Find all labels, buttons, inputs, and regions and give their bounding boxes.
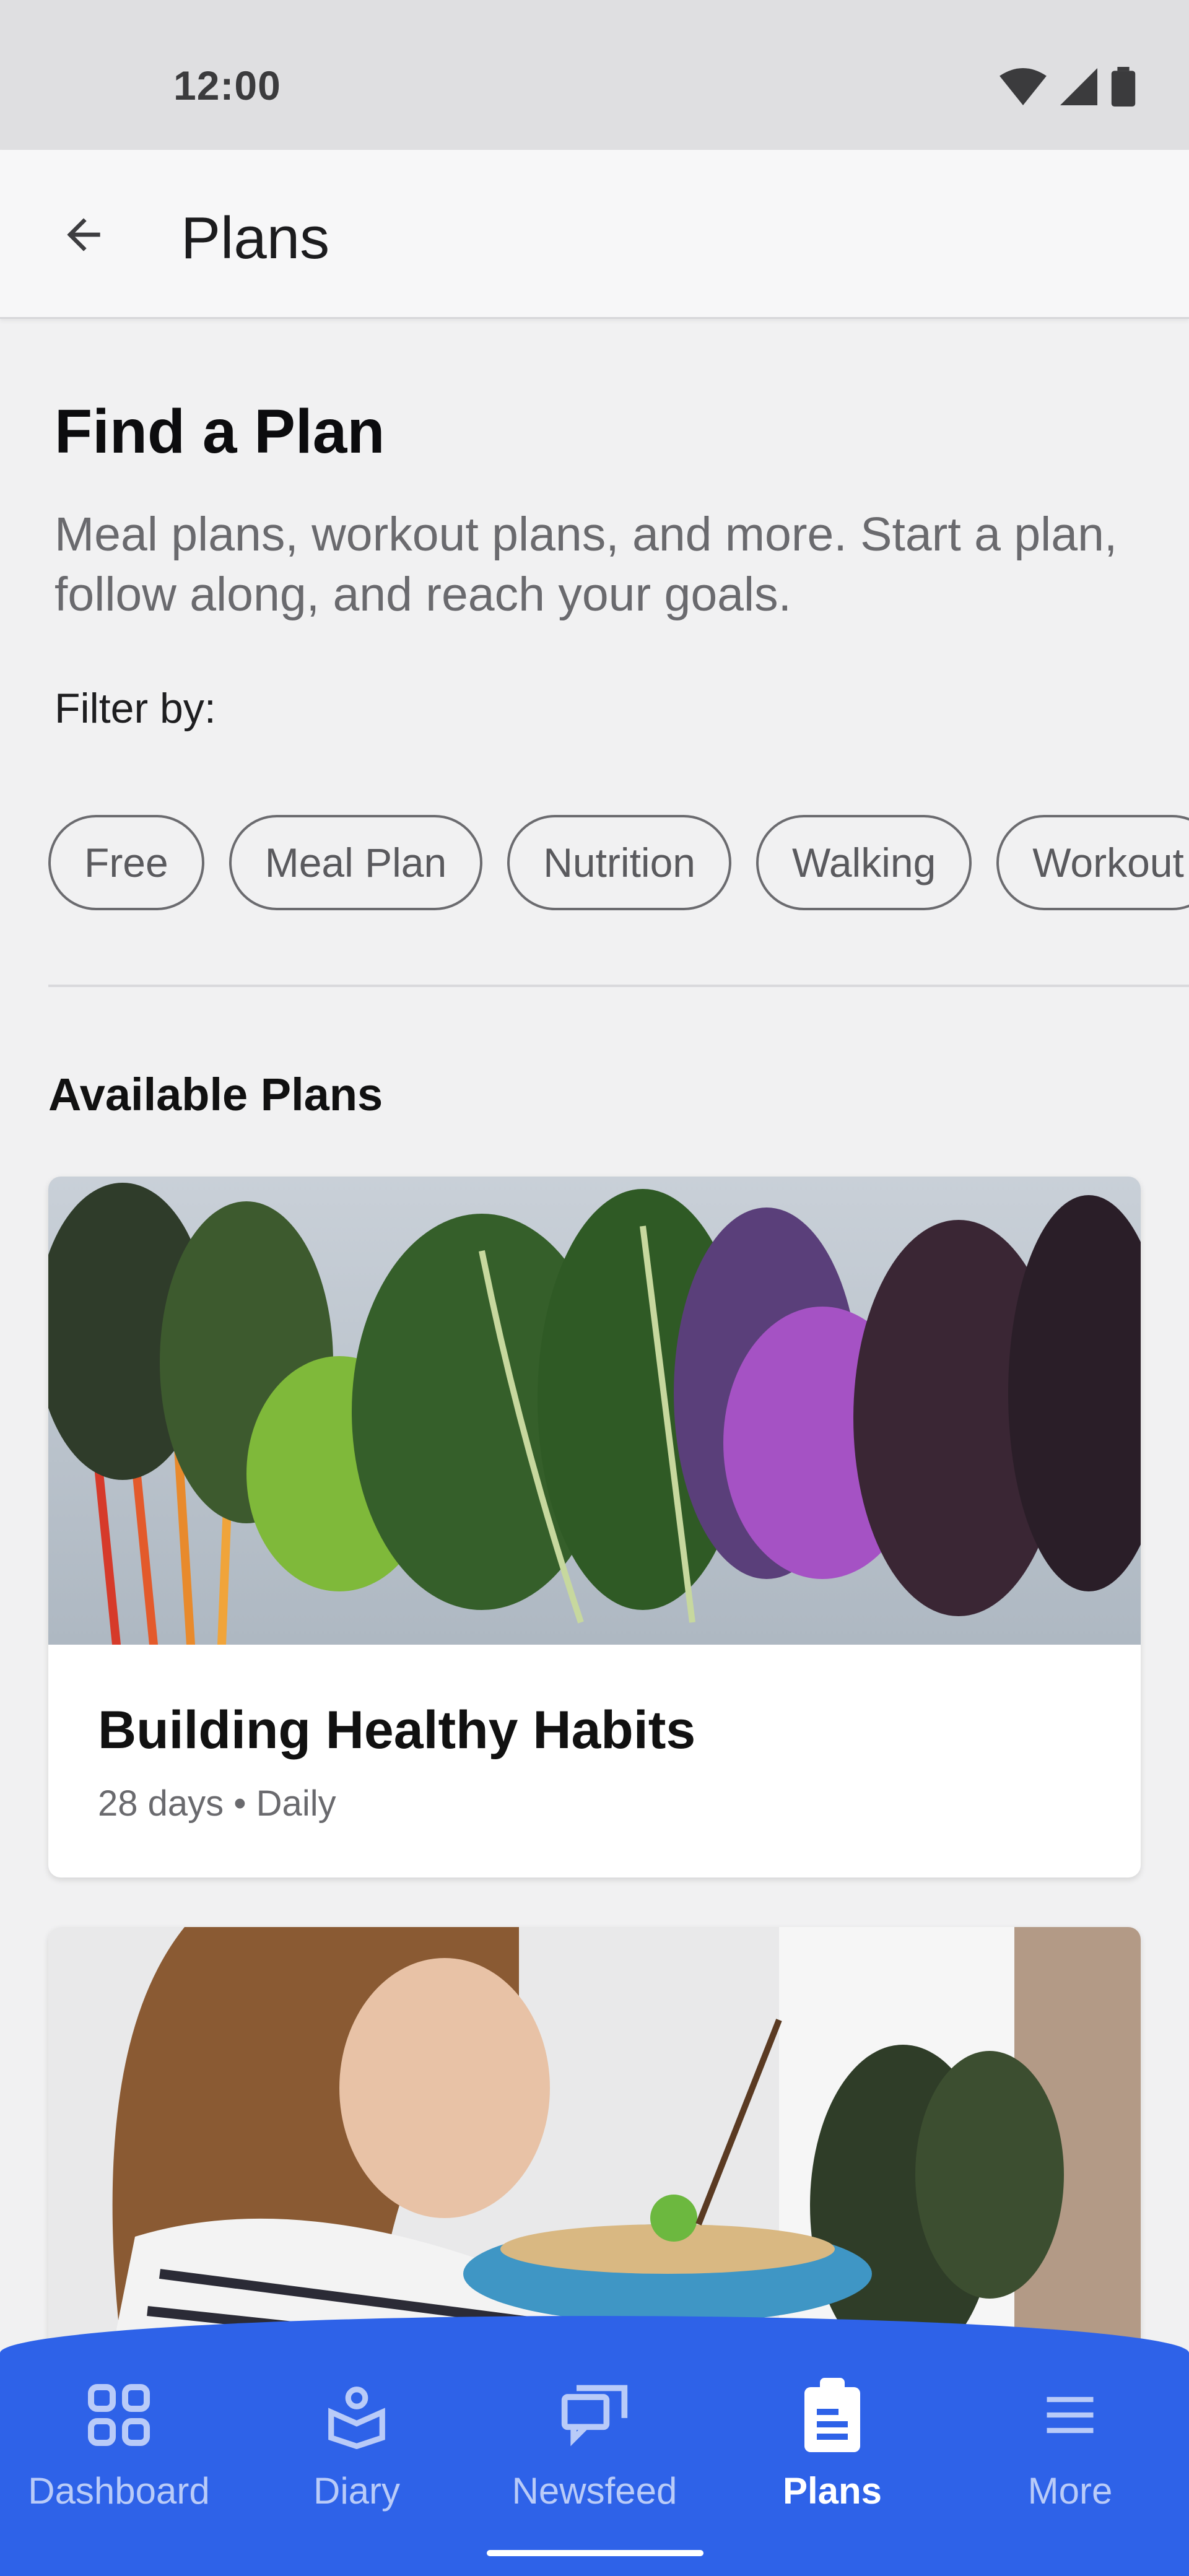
greens-photo (48, 1177, 1141, 1645)
newsfeed-icon (557, 2378, 632, 2452)
plans-icon (795, 2378, 869, 2452)
wifi-icon (1000, 68, 1047, 105)
nav-more-label: More (1027, 2470, 1113, 2512)
page-title: Plans (181, 205, 330, 271)
app-bar: Plans (0, 150, 1189, 319)
arrow-back-icon (67, 218, 100, 251)
nav-plans-label: Plans (782, 2470, 882, 2512)
bottom-nav: Dashboard Diary Newsfeed Plans More (0, 2316, 1189, 2576)
filter-chip-meal-plan[interactable]: Meal Plan (229, 815, 483, 910)
filter-chips: Free Meal Plan Nutrition Walking Workout (48, 815, 1189, 910)
diary-icon (320, 2378, 394, 2452)
signal-icon (1060, 68, 1097, 105)
nav-dashboard[interactable]: Dashboard (0, 2378, 238, 2512)
find-plan-heading: Find a Plan (54, 397, 385, 466)
plan-meta: 28 days • Daily (98, 1783, 336, 1824)
filter-chip-workout[interactable]: Workout (996, 815, 1189, 910)
filter-chip-walking[interactable]: Walking (756, 815, 972, 910)
home-indicator[interactable] (487, 2550, 703, 2556)
nav-diary[interactable]: Diary (238, 2378, 476, 2512)
filter-chip-nutrition[interactable]: Nutrition (507, 815, 731, 910)
available-plans-title: Available Plans (48, 1069, 383, 1120)
plan-card-body: Building Healthy Habits 28 days • Daily (98, 1700, 695, 1824)
filter-label: Filter by: (54, 685, 216, 732)
status-bar: 12:00 (0, 0, 1189, 150)
plan-title: Building Healthy Habits (98, 1700, 696, 1760)
nav-newsfeed-label: Newsfeed (512, 2470, 677, 2512)
nav-diary-label: Diary (313, 2470, 400, 2512)
plan-card-building-healthy-habits[interactable]: Building Healthy Habits 28 days • Daily (48, 1177, 1141, 1878)
status-time: 12:00 (173, 63, 281, 108)
menu-icon (1033, 2378, 1107, 2452)
nav-plans[interactable]: Plans (713, 2378, 951, 2512)
dashboard-icon (82, 2378, 156, 2452)
battery-icon (1111, 67, 1136, 107)
nav-more[interactable]: More (951, 2378, 1189, 2512)
back-button[interactable] (50, 201, 118, 269)
nav-dashboard-label: Dashboard (28, 2470, 210, 2512)
nav-newsfeed[interactable]: Newsfeed (476, 2378, 713, 2512)
filter-chip-free[interactable]: Free (48, 815, 204, 910)
divider (48, 985, 1189, 987)
filter-chips-scroller[interactable]: Free Meal Plan Nutrition Walking Workout (0, 805, 1189, 923)
status-icons (1000, 67, 1136, 107)
find-plan-description: Meal plans, workout plans, and more. Sta… (54, 508, 1118, 621)
